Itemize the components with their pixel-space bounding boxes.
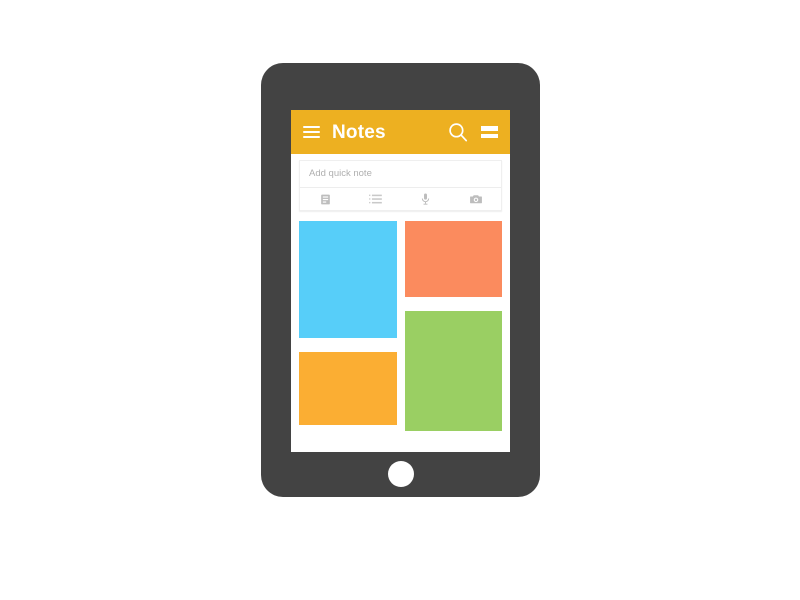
hamburger-line: [303, 136, 320, 139]
quick-note-composer: [299, 160, 502, 211]
quick-note-input[interactable]: [300, 161, 501, 188]
hamburger-menu-icon[interactable]: [303, 125, 320, 139]
microphone-icon[interactable]: [401, 188, 451, 210]
note-card[interactable]: [299, 352, 397, 425]
note-card[interactable]: [404, 311, 502, 431]
notes-column-left: [299, 221, 397, 431]
search-icon[interactable]: [448, 122, 468, 142]
app-bar: Notes: [291, 110, 510, 154]
checklist-icon[interactable]: [350, 188, 400, 210]
app-title: Notes: [332, 121, 386, 143]
note-card[interactable]: [404, 221, 502, 297]
notes-column-right: [404, 221, 502, 431]
tablet-screen: Notes: [291, 110, 510, 452]
home-button[interactable]: [388, 461, 414, 487]
overflow-bar: [481, 126, 498, 131]
quick-note-action-bar: [300, 188, 501, 210]
canvas: Notes: [0, 0, 800, 600]
camera-icon[interactable]: [451, 188, 501, 210]
text-note-icon[interactable]: [300, 188, 350, 210]
overflow-menu-icon[interactable]: [481, 126, 498, 138]
tablet-device-frame: Notes: [261, 63, 540, 497]
overflow-bar: [481, 133, 498, 138]
hamburger-line: [303, 125, 320, 128]
note-card[interactable]: [299, 221, 397, 338]
hamburger-line: [303, 130, 320, 134]
notes-grid: [291, 211, 510, 431]
